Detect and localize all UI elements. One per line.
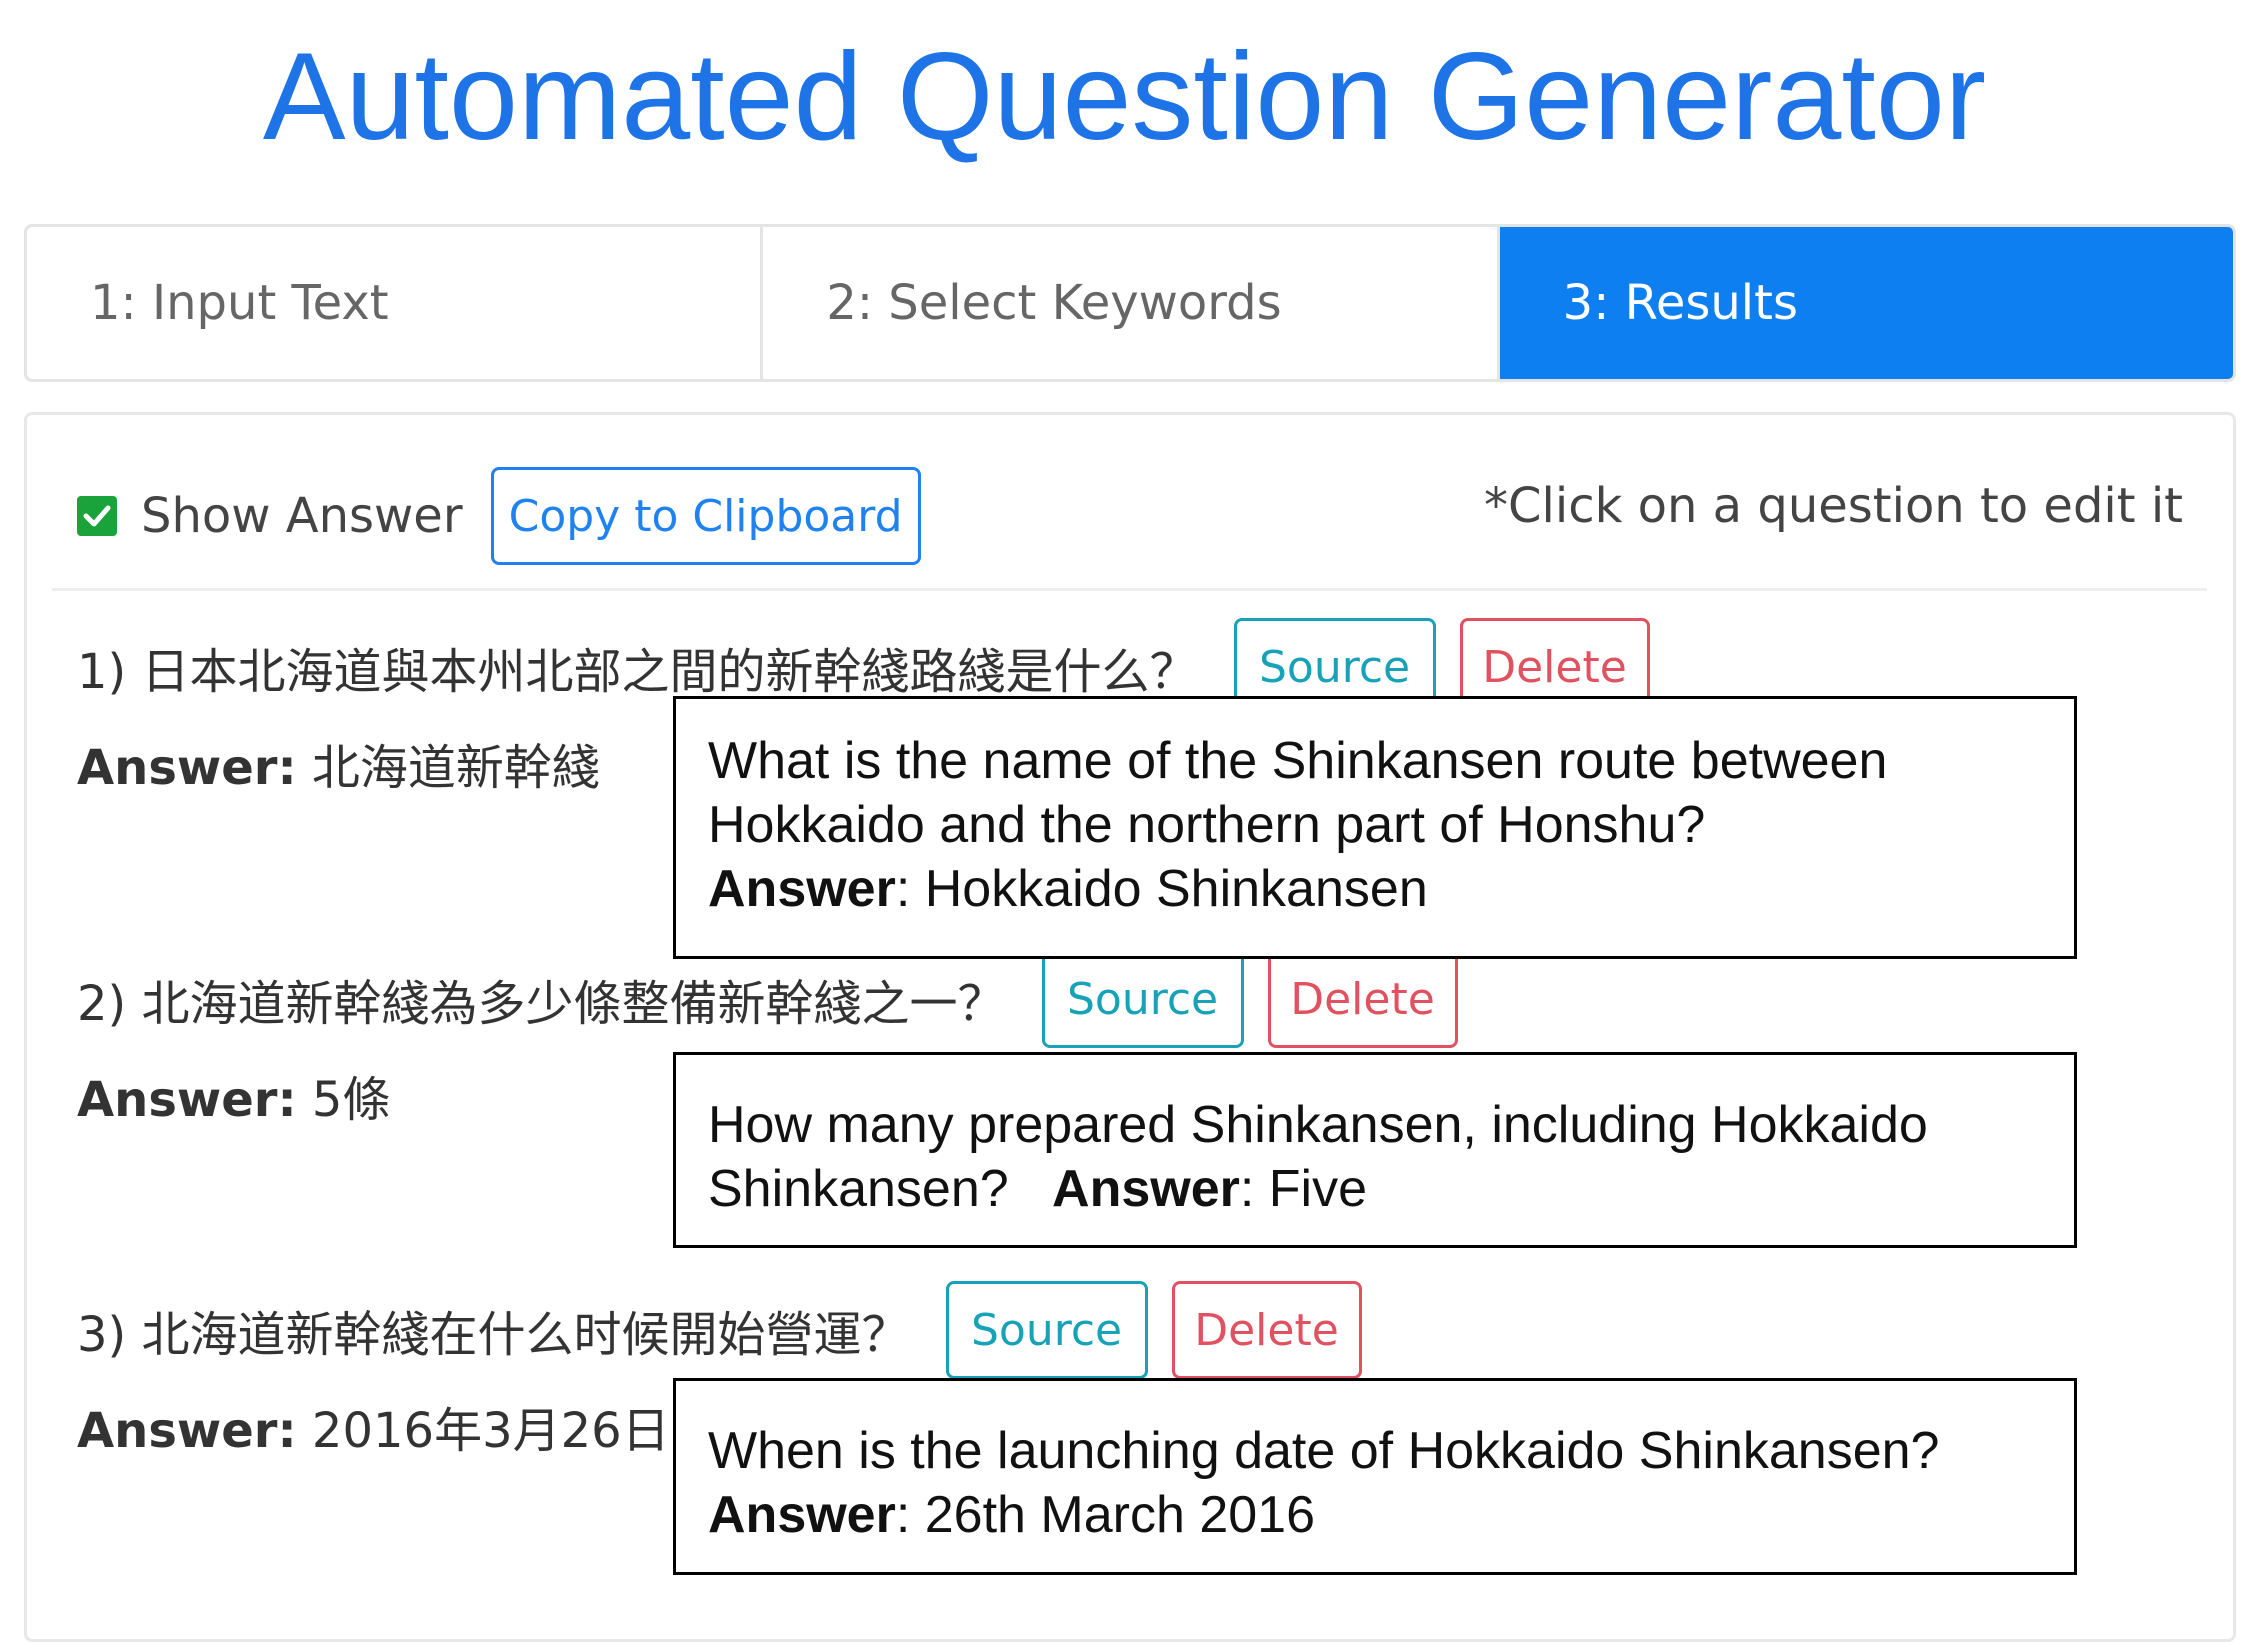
source-button[interactable]: Source: [945, 1281, 1148, 1379]
question-text[interactable]: 3) 北海道新幹綫在什么时候開始營運？: [77, 1295, 910, 1365]
translation-box: What is the name of the Shinkansen route…: [673, 696, 2077, 959]
answer-label: Answer:: [77, 1072, 297, 1128]
translation-answer-label: Answer: [708, 1486, 896, 1544]
copy-to-clipboard-button[interactable]: Copy to Clipboard: [490, 467, 921, 565]
translation-answer: Answer: 26th March 2016: [708, 1486, 1316, 1544]
translation-answer-label: Answer: [1052, 1160, 1240, 1218]
translation-answer-value: Five: [1268, 1160, 1368, 1218]
answer-label: Answer:: [77, 1403, 297, 1459]
checkmark-icon: [83, 505, 111, 527]
translation-box: How many prepared Shinkansen, including …: [673, 1052, 2077, 1248]
tab-select-keywords[interactable]: 2: Select Keywords: [763, 227, 1500, 379]
question-answer: Answer: 5條: [77, 1060, 390, 1130]
translation-box: When is the launching date of Hokkaido S…: [673, 1378, 2077, 1575]
tab-input-text[interactable]: 1: Input Text: [27, 227, 764, 379]
question-answer: Answer: 北海道新幹綫: [77, 728, 600, 798]
answer-label: Answer:: [77, 740, 297, 796]
toolbar-divider: [52, 588, 2207, 591]
results-toolbar: Show Answer Copy to Clipboard: [77, 466, 921, 566]
show-answer-checkbox[interactable]: [77, 496, 117, 536]
translation-answer: Answer: Hokkaido Shinkansen: [708, 860, 1428, 918]
translation-line: Hokkaido and the northern part of Honshu…: [708, 796, 1706, 854]
question-item: 3) 北海道新幹綫在什么时候開始營運？ Source Delete: [77, 1281, 1362, 1379]
translation-line-end: Shinkansen?: [708, 1160, 1009, 1218]
question-item: 2) 北海道新幹綫為多少條整備新幹綫之一？ Source Delete: [77, 950, 1458, 1048]
translation-line: Shinkansen? Answer: Five: [708, 1160, 1368, 1218]
answer-value: 5條: [311, 1072, 391, 1128]
question-answer: Answer: 2016年3月26日: [77, 1391, 670, 1461]
answer-value: 2016年3月26日: [311, 1403, 670, 1459]
question-text[interactable]: 1) 日本北海道與本州北部之間的新幹綫路綫是什么？: [77, 632, 1198, 702]
delete-button[interactable]: Delete: [1171, 1281, 1362, 1379]
translation-answer-value: 26th March 2016: [924, 1486, 1316, 1544]
tab-results[interactable]: 3: Results: [1499, 227, 2233, 379]
translation-line: How many prepared Shinkansen, including …: [708, 1096, 1928, 1154]
source-button[interactable]: Source: [1041, 950, 1244, 1048]
step-tabs: 1: Input Text 2: Select Keywords 3: Resu…: [24, 224, 2236, 382]
answer-value: 北海道新幹綫: [311, 740, 600, 796]
delete-button[interactable]: Delete: [1267, 950, 1458, 1048]
translation-answer-value: Hokkaido Shinkansen: [924, 860, 1428, 918]
edit-hint: *Click on a question to edit it: [1484, 478, 2183, 534]
translation-answer-label: Answer: [708, 860, 896, 918]
translation-line: What is the name of the Shinkansen route…: [708, 732, 1888, 790]
show-answer-label: Show Answer: [141, 488, 463, 544]
translation-line: When is the launching date of Hokkaido S…: [708, 1422, 1940, 1480]
page-title: Automated Question Generator: [262, 28, 1987, 166]
question-text[interactable]: 2) 北海道新幹綫為多少條整備新幹綫之一？: [77, 964, 1006, 1034]
